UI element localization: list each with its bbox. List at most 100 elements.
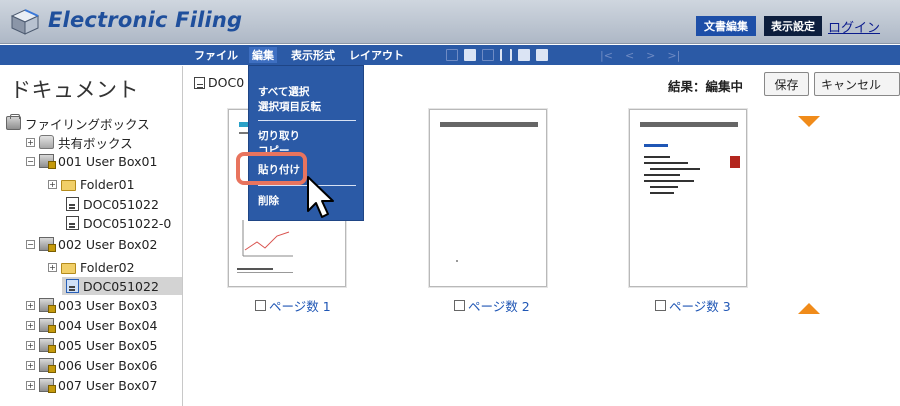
tree-item-label: 共有ボックス	[58, 135, 133, 151]
menu-item-select-all[interactable]: すべて選択	[258, 84, 309, 99]
page-2-preview	[440, 122, 538, 262]
tree-item-user-box-03[interactable]: + 003 User Box03	[26, 296, 157, 314]
tree-item-user-box-02[interactable]: − 002 User Box02	[26, 235, 157, 253]
tree-item-label: DOC051022-0	[83, 215, 172, 231]
folder-icon	[61, 180, 76, 191]
expand-icon[interactable]: +	[48, 179, 57, 189]
expand-icon[interactable]: +	[26, 300, 35, 310]
tree-item-doc-2[interactable]: DOC051022-0	[66, 214, 171, 232]
expand-icon[interactable]: +	[26, 340, 35, 350]
scroll-down-arrow-icon[interactable]	[798, 116, 820, 127]
copy-icon[interactable]	[518, 49, 530, 61]
toolbar-icons	[446, 48, 554, 62]
page-3-checkbox[interactable]	[655, 300, 666, 311]
shared-box-icon	[39, 135, 54, 149]
result-status: 結果：編集中	[668, 79, 744, 94]
expand-icon[interactable]: +	[26, 360, 35, 370]
tree-item-label: 006 User Box06	[58, 357, 158, 373]
menu-divider	[258, 120, 356, 121]
tree-item-label: Folder02	[80, 259, 135, 275]
display-settings-button[interactable]: 表示設定	[764, 16, 822, 36]
tree-item-user-box-07[interactable]: + 007 User Box07	[26, 376, 157, 394]
next-page-icon[interactable]: >	[646, 49, 655, 62]
page-caption-1[interactable]: ページ数 1	[255, 296, 331, 315]
print-icon[interactable]	[482, 49, 494, 61]
tree-item-user-box-01[interactable]: − 001 User Box01	[26, 152, 157, 170]
page-thumbnail-3[interactable]	[629, 109, 747, 287]
locked-box-icon	[39, 318, 56, 333]
page-1-checkbox[interactable]	[255, 300, 266, 311]
mouse-pointer-icon	[307, 176, 334, 218]
last-page-icon[interactable]: >|	[667, 49, 680, 62]
login-link[interactable]: ログイン	[828, 16, 880, 36]
app-title: Electronic Filing	[48, 8, 243, 32]
app-header: Electronic Filing 文書編集 表示設定 ログイン	[0, 0, 900, 44]
page-2-label: ページ数 2	[468, 299, 530, 314]
tree-item-label: Folder01	[80, 176, 135, 192]
tree-item-doc-selected[interactable]: DOC051022	[62, 277, 182, 295]
expand-icon[interactable]: +	[26, 137, 35, 147]
page-1-label: ページ数 1	[269, 299, 331, 314]
locked-box-icon	[39, 298, 56, 313]
tree-item-user-box-06[interactable]: + 006 User Box06	[26, 356, 157, 374]
page-thumbnail-2[interactable]	[429, 109, 547, 287]
tree-item-label: 001 User Box01	[58, 153, 158, 169]
page-3-label: ページ数 3	[669, 299, 731, 314]
document-icon	[66, 197, 79, 211]
tree-item-label: 007 User Box07	[58, 377, 158, 393]
tree-item-folder01[interactable]: + Folder01	[48, 175, 135, 193]
save-button[interactable]: 保存	[764, 72, 809, 96]
save-disk-icon[interactable]	[464, 49, 476, 61]
tree-item-shared-box[interactable]: + 共有ボックス	[26, 133, 133, 151]
paste-highlight-ring	[236, 152, 307, 185]
tree-item-label: 003 User Box03	[58, 297, 158, 313]
menu-view-format[interactable]: 表示形式	[291, 47, 335, 63]
header-actions: 文書編集 表示設定 ログイン	[696, 16, 880, 36]
previous-page-icon[interactable]: <	[625, 49, 634, 62]
cancel-button[interactable]: キャンセル	[814, 72, 900, 96]
document-icon	[194, 76, 205, 89]
page-caption-2[interactable]: ページ数 2	[454, 296, 530, 315]
cube-logo-icon	[10, 9, 40, 35]
page-3-preview	[640, 122, 740, 194]
menu-layout[interactable]: レイアウト	[349, 47, 404, 63]
expand-icon[interactable]: +	[26, 380, 35, 390]
tree-item-label: DOC051022	[83, 278, 159, 294]
locked-box-icon	[39, 378, 56, 393]
tree-item-user-box-05[interactable]: + 005 User Box05	[26, 336, 157, 354]
document-name: DOC0	[208, 75, 245, 90]
menu-item-cut[interactable]: 切り取り	[258, 128, 300, 143]
page-2-checkbox[interactable]	[454, 300, 465, 311]
document-icon	[66, 279, 79, 293]
page-navigation: |< < > >|	[600, 46, 692, 64]
panel-heading: ドキュメント	[10, 78, 139, 102]
scroll-up-arrow-icon[interactable]	[798, 303, 820, 314]
document-edit-button[interactable]: 文書編集	[696, 16, 756, 36]
locked-box-icon	[39, 338, 56, 353]
expand-icon[interactable]: +	[48, 262, 57, 272]
tree-item-label: 002 User Box02	[58, 236, 158, 252]
cut-scissors-icon[interactable]	[500, 49, 512, 61]
tree-item-label: 004 User Box04	[58, 317, 158, 333]
locked-box-icon	[39, 237, 56, 252]
collapse-icon[interactable]: −	[26, 156, 35, 166]
image-icon[interactable]	[446, 49, 458, 61]
menu-item-delete[interactable]: 削除	[258, 193, 279, 208]
document-path: DOC0	[194, 75, 244, 90]
menu-item-invert-selection[interactable]: 選択項目反転	[258, 99, 321, 114]
document-icon	[66, 216, 79, 230]
menu-edit[interactable]: 編集	[249, 47, 277, 63]
first-page-icon[interactable]: |<	[600, 49, 613, 62]
tree-item-doc-1[interactable]: DOC051022	[66, 195, 159, 213]
expand-icon[interactable]: +	[26, 320, 35, 330]
tree-item-folder02[interactable]: + Folder02	[48, 258, 135, 276]
paste-clipboard-icon[interactable]	[536, 49, 548, 61]
tree-item-label: DOC051022	[83, 196, 159, 212]
tree-item-user-box-04[interactable]: + 004 User Box04	[26, 316, 157, 334]
menu-file[interactable]: ファイル	[194, 47, 238, 63]
tree-item-filing-box[interactable]: ファイリングボックス	[6, 114, 150, 132]
page-caption-3[interactable]: ページ数 3	[655, 296, 731, 315]
locked-box-icon	[39, 154, 56, 169]
collapse-icon[interactable]: −	[26, 239, 35, 249]
menubar: ファイル 編集 表示形式 レイアウト |< < > >|	[0, 45, 900, 65]
